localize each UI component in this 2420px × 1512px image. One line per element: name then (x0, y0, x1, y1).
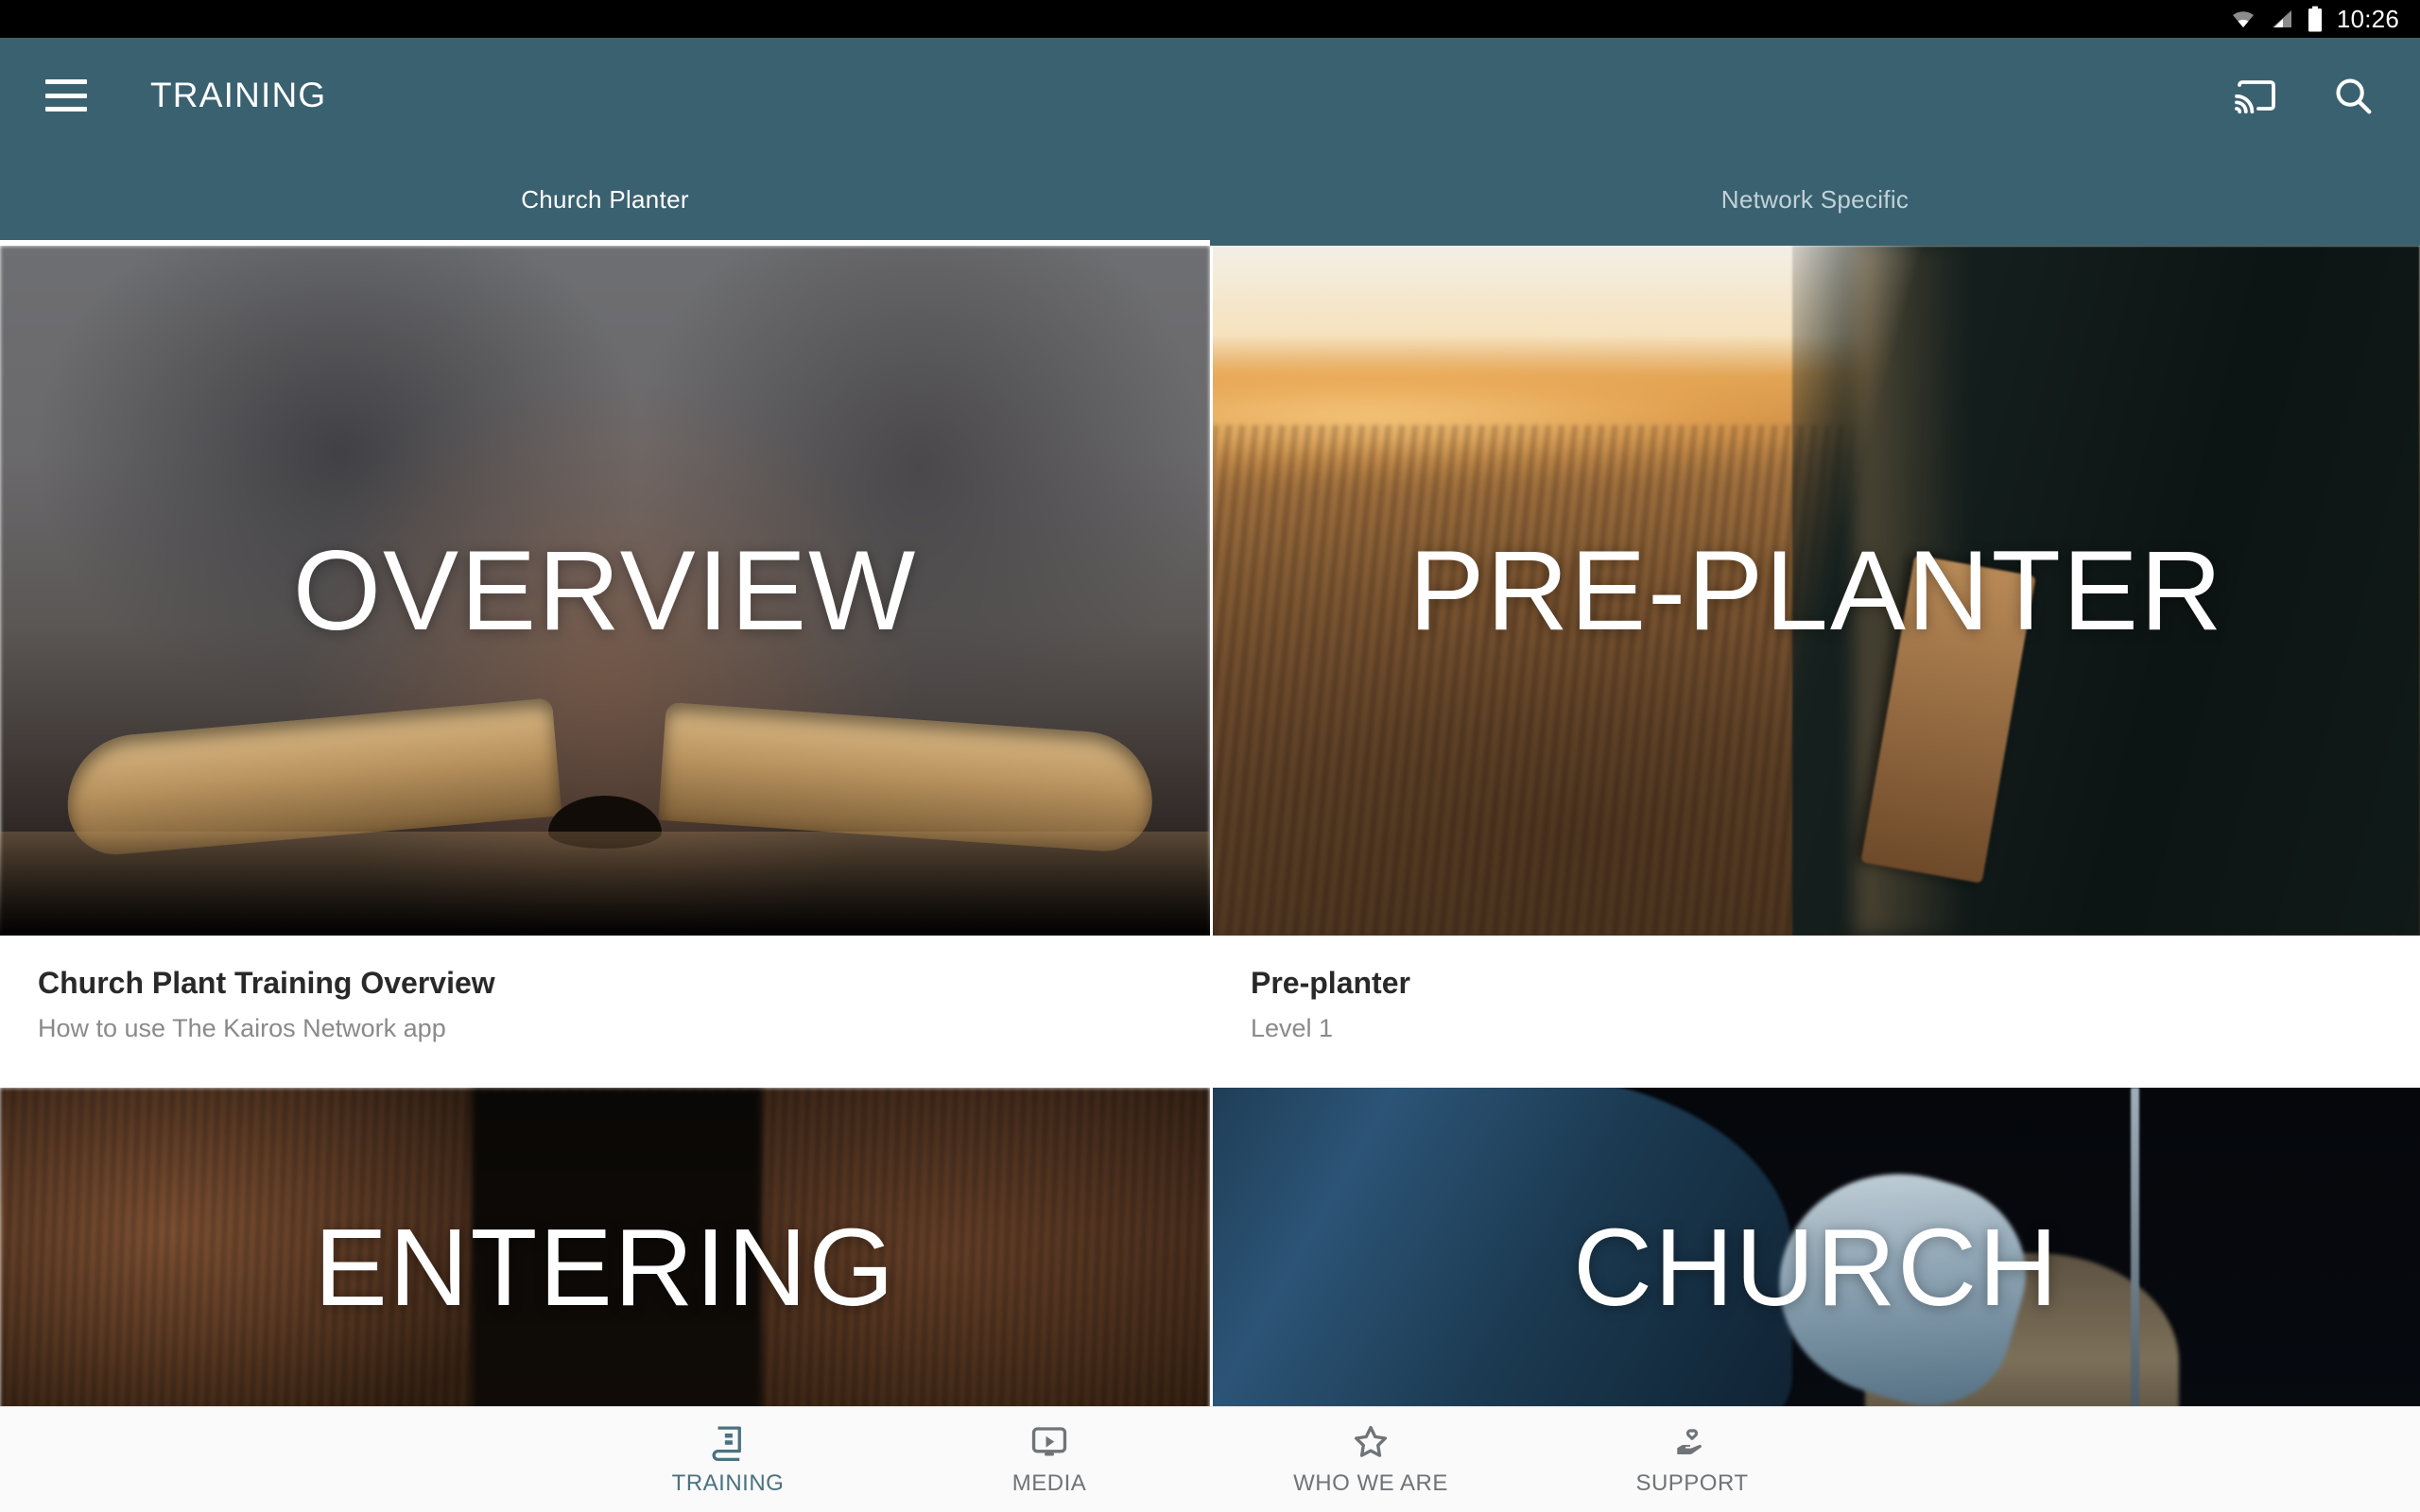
status-clock: 10:26 (2336, 5, 2399, 33)
cellular-signal-icon (2272, 10, 2291, 27)
app-root: 10:26 TRAINING Church Planter Network Sp… (0, 0, 2420, 1512)
nav-label: MEDIA (1011, 1470, 1087, 1496)
hamburger-menu-icon[interactable] (45, 79, 87, 112)
card-subtitle: How to use The Kairos Network app (38, 1014, 446, 1042)
status-bar: 10:26 (0, 0, 2420, 38)
tab-bar: Church Planter Network Specific (0, 153, 2420, 246)
training-card-overview[interactable]: OVERVIEW Church Plant Training Overview … (0, 246, 1210, 1085)
app-bar-actions (2231, 70, 2378, 121)
card-hero-image: ENTERING (0, 1087, 1210, 1447)
wifi-icon (2232, 11, 2254, 27)
training-card-church[interactable]: CHURCH (1210, 1087, 2420, 1447)
bottom-navigation: TRAINING MEDIA WHO WE ARE SUPPORT (0, 1406, 2420, 1512)
battery-icon (2308, 6, 2322, 32)
card-hero-title: CHURCH (1573, 1205, 2060, 1329)
card-title: Church Plant Training Overview (38, 966, 495, 1000)
card-title: Pre-planter (1251, 966, 1410, 1000)
search-icon (2336, 78, 2372, 114)
cast-icon (2235, 80, 2275, 114)
page-title: TRAINING (150, 76, 327, 114)
nav-item-media[interactable]: MEDIA (889, 1407, 1210, 1512)
tab-church-planter[interactable]: Church Planter (0, 153, 1210, 246)
card-hero-image: CHURCH (1213, 1087, 2420, 1447)
card-hero-title: ENTERING (314, 1205, 896, 1329)
cast-button[interactable] (2231, 70, 2282, 121)
search-button[interactable] (2327, 70, 2378, 121)
tab-network-specific[interactable]: Network Specific (1210, 153, 2420, 246)
nav-label: WHO WE ARE (1293, 1470, 1448, 1496)
card-hero-title: PRE-PLANTER (1409, 527, 2224, 654)
card-hero-image: PRE-PLANTER (1213, 246, 2420, 936)
video-monitor-icon (1031, 1427, 1067, 1456)
status-icons (2229, 6, 2324, 32)
nav-item-who-we-are[interactable]: WHO WE ARE (1210, 1407, 1531, 1512)
card-meta: Church Plant Training Overview How to us… (0, 936, 1210, 1085)
hand-heart-icon (1677, 1429, 1702, 1454)
star-icon (1354, 1425, 1388, 1457)
nav-item-training[interactable]: TRAINING (567, 1407, 889, 1512)
card-meta: Pre-planter Level 1 (1213, 936, 2420, 1085)
training-card-grid: OVERVIEW Church Plant Training Overview … (0, 246, 2420, 1512)
nav-label: TRAINING (671, 1470, 785, 1496)
nav-item-support[interactable]: SUPPORT (1531, 1407, 1853, 1512)
card-hero-title: OVERVIEW (292, 527, 918, 654)
nav-label: SUPPORT (1635, 1470, 1749, 1496)
training-card-entering[interactable]: ENTERING (0, 1087, 1210, 1447)
card-subtitle: Level 1 (1251, 1014, 1334, 1042)
open-book-illustration (0, 652, 1210, 936)
app-bar: TRAINING (0, 38, 2420, 153)
card-row: OVERVIEW Church Plant Training Overview … (0, 246, 2420, 1085)
book-icon (712, 1426, 741, 1462)
training-card-pre-planter[interactable]: PRE-PLANTER Pre-planter Level 1 (1210, 246, 2420, 1085)
card-row: ENTERING CHURCH (0, 1084, 2420, 1447)
card-hero-image: OVERVIEW (0, 246, 1210, 936)
